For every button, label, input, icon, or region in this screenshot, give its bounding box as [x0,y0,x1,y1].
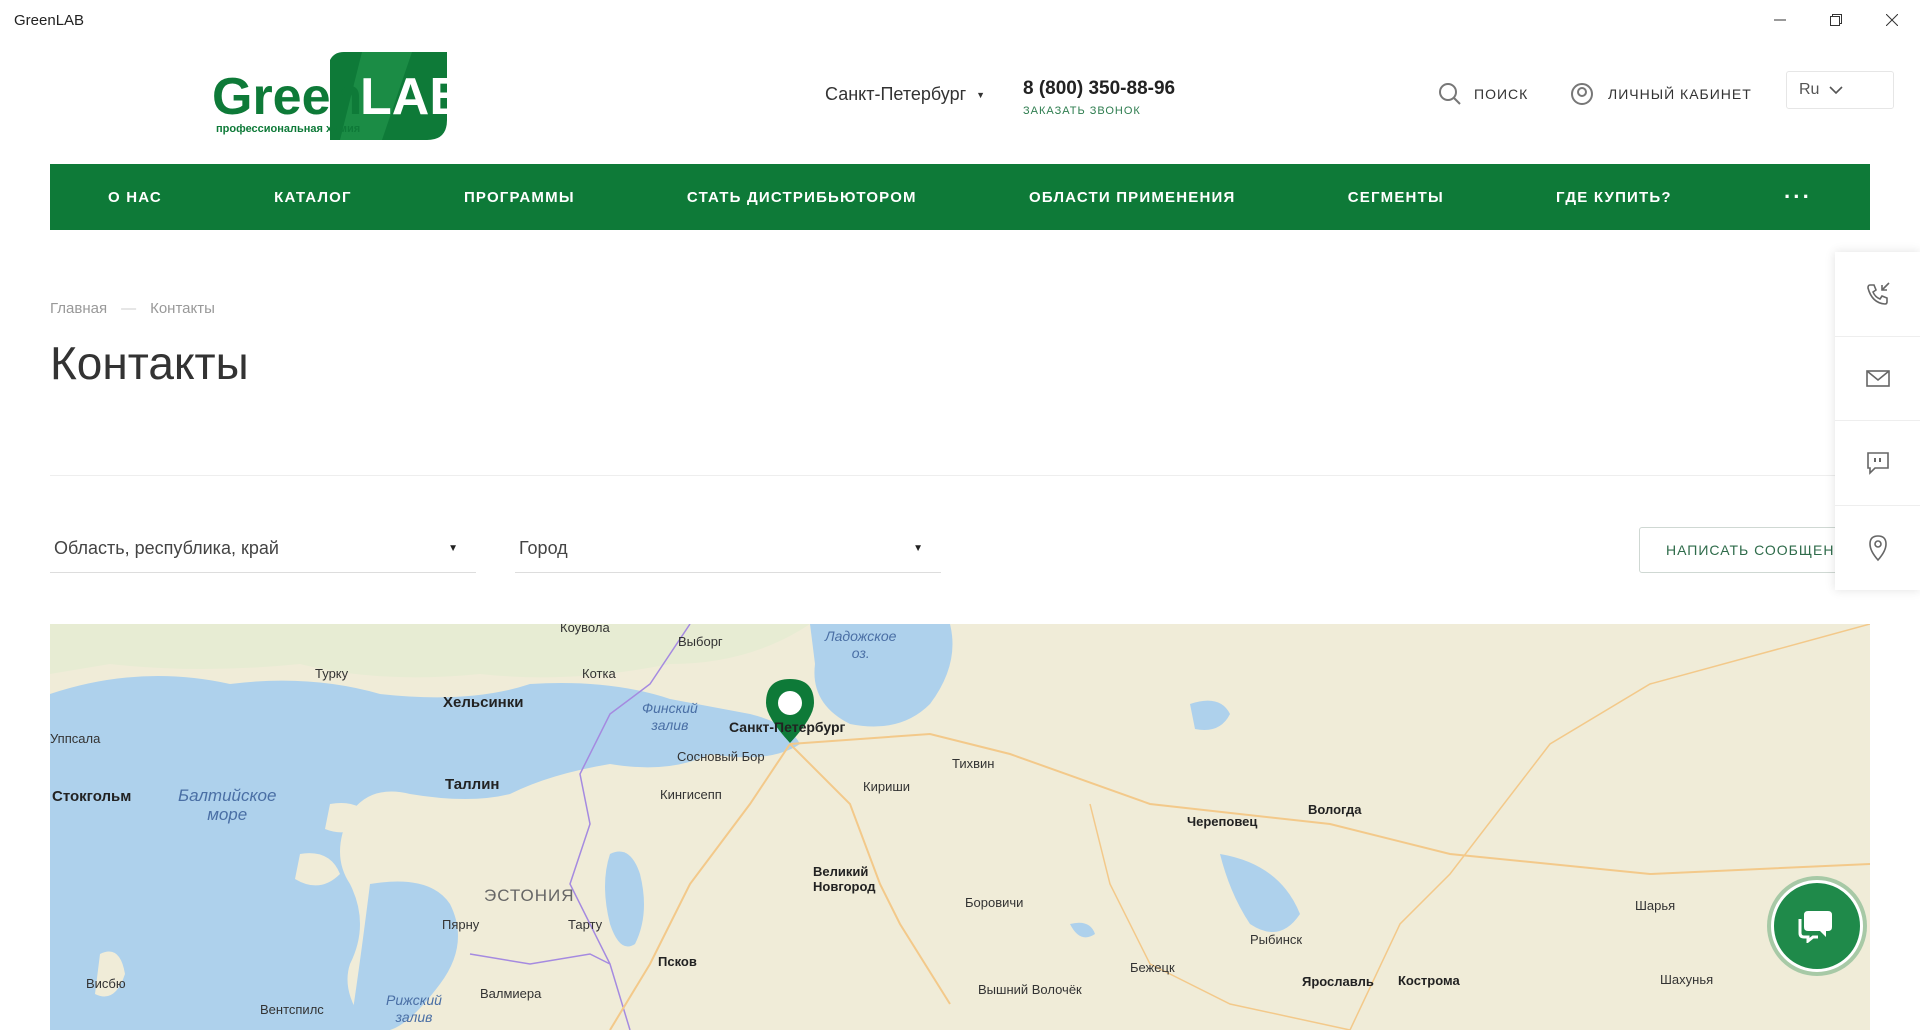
map-label-pskov: Псков [658,954,697,969]
window-controls [1752,0,1920,40]
svg-text:Green: Green [212,68,362,126]
nav-more-icon[interactable]: ··· [1784,186,1812,208]
map-label-sharya: Шарья [1635,898,1676,913]
close-icon [1886,14,1898,26]
map-label-ventspils: Вентспилс [260,1002,324,1017]
map-label-ladoga: Ладожское оз. [825,628,897,661]
language-value: Ru [1799,81,1820,98]
map-label-estonia: ЭСТОНИЯ [484,886,575,905]
main-nav: О НАС КАТАЛОГ ПРОГРАММЫ СТАТЬ ДИСТРИБЬЮТ… [50,164,1870,230]
phone-incoming-icon [1866,282,1890,305]
map-label-kingisepp: Кингисепп [660,787,722,802]
phone-number[interactable]: 8 (800) 350-88-96 [1023,78,1175,100]
map-label-baltic: Балтийское море [178,786,277,824]
map-label-visby: Висбю [86,976,126,991]
breadcrumb-home[interactable]: Главная [50,300,107,317]
map-label-borovichi: Боровичи [965,895,1024,910]
map-label-tallinn: Таллин [445,776,500,793]
restore-icon [1830,14,1842,26]
city-select-value: Город [519,538,568,558]
map-label-shakhunya: Шахунья [1660,972,1714,987]
map-label-valmiera: Валмиера [480,986,542,1001]
map-label-turku: Турку [315,666,349,681]
nav-item-programs[interactable]: ПРОГРАММЫ [464,189,575,206]
map-label-volochek: Вышний Волочёк [978,982,1082,997]
city-selector[interactable]: Санкт-Петербург ▼ [825,84,985,105]
location-pin-icon [1868,534,1887,561]
side-chat-button[interactable] [1835,421,1920,506]
map-label-yaroslavl: Ярославль [1302,974,1374,989]
search-icon [1439,83,1461,105]
site-logo[interactable]: Green LAB профессиональная химия [212,50,467,142]
minimize-button[interactable] [1752,0,1808,40]
side-location-button[interactable] [1835,506,1920,591]
map-background [50,624,1870,1030]
side-email-button[interactable] [1835,337,1920,421]
map-label-finnish-gulf: Финский залив [642,700,698,733]
chat-fab-button[interactable] [1771,880,1863,972]
breadcrumb-current: Контакты [150,300,215,317]
map-label-spb: Санкт-Петербург [729,719,846,735]
nav-item-distributor[interactable]: СТАТЬ ДИСТРИБЬЮТОРОМ [687,189,917,206]
chat-bubbles-icon [1798,911,1832,943]
restore-button[interactable] [1808,0,1864,40]
map-label-kouvola: Коувола [560,624,610,635]
map-label-kotka: Котка [582,666,616,681]
breadcrumb-separator: — [121,300,137,317]
nav-item-catalog[interactable]: КАТАЛОГ [274,189,352,206]
callback-link[interactable]: ЗАКАЗАТЬ ЗВОНОК [1023,105,1141,117]
account-label: ЛИЧНЫЙ КАБИНЕТ [1608,86,1752,102]
map-label-uppsala: Уппсала [50,731,101,746]
map-label-cherepovets: Череповец [1187,814,1258,829]
nav-item-applications[interactable]: ОБЛАСТИ ПРИМЕНЕНИЯ [1029,189,1236,206]
message-icon [1866,451,1889,475]
city-label: Санкт-Петербург [825,84,967,104]
window-titlebar: GreenLAB [0,0,1920,40]
side-callback-button[interactable] [1835,252,1920,337]
svg-text:LAB: LAB [360,68,447,126]
map-label-tikhvin: Тихвин [952,756,995,771]
search-button[interactable]: ПОИСК [1438,82,1528,106]
search-label: ПОИСК [1474,86,1529,102]
window-title: GreenLAB [14,12,85,29]
caret-down-icon: ▼ [976,89,986,100]
account-button[interactable]: ЛИЧНЫЙ КАБИНЕТ [1570,82,1752,106]
map-label-rybinsk: Рыбинск [1250,932,1303,947]
map-label-riga-gulf: Рижский залив [386,992,442,1025]
map-label-stockholm: Стокгольм [52,788,132,805]
user-icon [1571,83,1593,105]
page-title: Контакты [50,337,249,389]
caret-down-icon: ▼ [913,543,923,554]
svg-text:профессиональная химия: профессиональная химия [216,123,360,135]
nav-item-where-to-buy[interactable]: ГДЕ КУПИТЬ? [1556,189,1672,206]
caret-down-icon: ▼ [448,543,458,554]
minimize-icon [1774,19,1786,21]
divider [50,475,1870,476]
breadcrumb: Главная — Контакты [50,300,215,317]
map-label-helsinki: Хельсинки [443,694,524,711]
chevron-down-icon [1829,86,1844,95]
close-button[interactable] [1864,0,1920,40]
map-label-kostroma: Кострома [1398,973,1460,988]
map-label-tartu: Тарту [568,917,603,932]
map-label-sosnovy: Сосновый Бор [677,749,765,764]
map-label-novgorod: Великий Новгород [813,864,876,894]
side-contact-widget [1835,252,1920,590]
map-label-vyborg: Выборг [678,634,723,649]
greenlab-logo-icon: Green LAB профессиональная химия [212,52,467,140]
map-label-bezhetsk: Бежецк [1130,960,1175,975]
language-selector[interactable]: Ru [1786,71,1894,109]
city-select[interactable]: Город ▼ [515,525,941,573]
region-select[interactable]: Область, республика, край ▼ [50,525,476,573]
contacts-map[interactable]: Коувола Выборг Ладожское оз. Турку Котка… [50,624,1870,1030]
nav-item-segments[interactable]: СЕГМЕНТЫ [1348,189,1444,206]
nav-item-about[interactable]: О НАС [108,189,162,206]
region-select-value: Область, республика, край [54,538,279,558]
map-label-vologda: Вологда [1308,802,1362,817]
map-label-kirishi: Кириши [863,779,911,794]
mail-icon [1865,370,1890,388]
map-label-parnu: Пярну [442,917,480,932]
